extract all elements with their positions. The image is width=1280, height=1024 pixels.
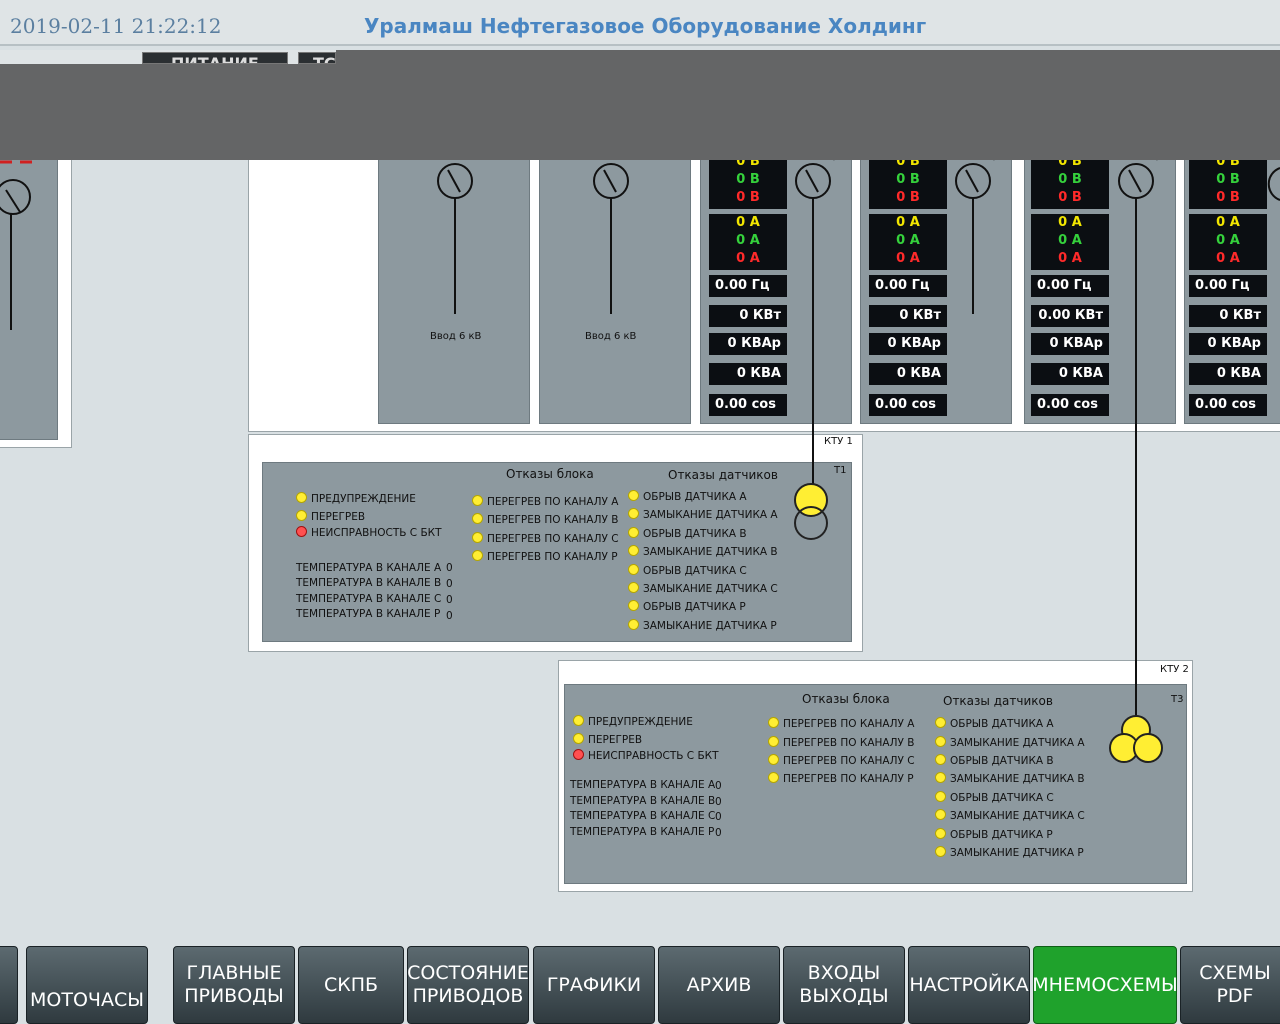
breaker-icon [0,179,31,330]
tab-power-visible[interactable]: ПИТАНИЕ [142,52,288,64]
nav-graphs[interactable]: ГРАФИКИ [533,946,655,1024]
nav-settings[interactable]: НАСТРОЙКА [908,946,1030,1024]
nav-motohours[interactable]: МОТОЧАСЫ [26,946,148,1024]
breaker-icon [1267,167,1280,201]
nav-skpb[interactable]: СКПБ [298,946,404,1024]
tab-ts-visible[interactable]: ТС [298,52,336,64]
nav-inputs-outputs[interactable]: ВХОДЫ ВЫХОДЫ [783,946,905,1024]
transformer-t1-icon [794,483,828,540]
overlay-window [0,50,1280,160]
nav-mnemonic-diagrams[interactable]: МНЕМОСХЕМЫ [1032,946,1178,1024]
transformer-t3-icon [1109,715,1163,763]
breaker-icon [593,163,629,314]
nav-pdf-schemes[interactable]: СХЕМЫ PDF [1180,946,1280,1024]
breaker-icon [795,163,831,484]
nav-drive-status[interactable]: СОСТОЯНИЕ ПРИВОДОВ [407,946,529,1024]
breaker-icon [955,163,991,314]
nav-main-drives[interactable]: ГЛАВНЫЕ ПРИВОДЫ [173,946,295,1024]
breaker-icon [1118,163,1154,716]
breaker-icon [437,163,473,314]
nav-button-left-stub[interactable] [0,946,18,1024]
nav-archive[interactable]: АРХИВ [658,946,780,1024]
